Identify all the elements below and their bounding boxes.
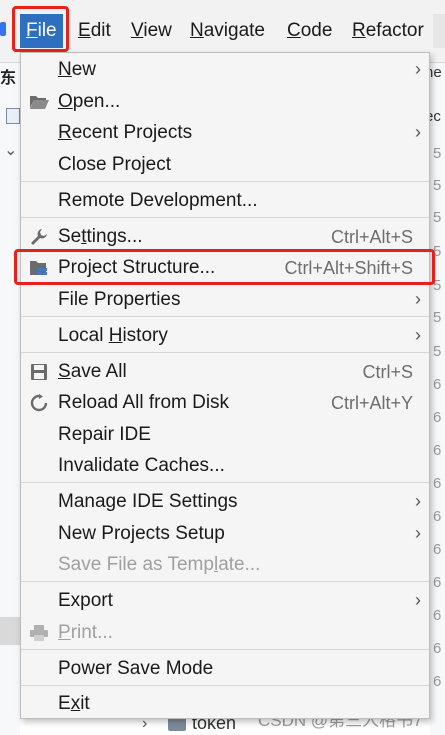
menu-item-recent-projects[interactable]: Recent Projects › bbox=[21, 117, 429, 149]
chevron-right-icon: › bbox=[415, 523, 421, 543]
chevron-right-icon: › bbox=[415, 325, 421, 345]
project-panel-fragment: 东 bbox=[0, 70, 17, 87]
file-icon bbox=[6, 108, 20, 124]
line-number: 5 bbox=[433, 343, 442, 360]
menu-item-exit[interactable]: Exit bbox=[21, 688, 429, 720]
menu-item-save-all[interactable]: Save All Ctrl+S bbox=[21, 356, 429, 388]
menu-item-power-save-mode[interactable]: Power Save Mode bbox=[21, 653, 429, 685]
menu-separator bbox=[21, 217, 429, 218]
line-number: 6 bbox=[433, 376, 442, 393]
print-icon bbox=[30, 625, 48, 641]
line-number: 6 bbox=[433, 673, 442, 690]
reload-icon bbox=[30, 394, 48, 412]
menu-view[interactable]: View bbox=[125, 14, 178, 48]
menu-item-open[interactable]: Open... bbox=[21, 86, 429, 118]
app-icon bbox=[0, 22, 6, 36]
menu-separator bbox=[21, 482, 429, 483]
save-icon bbox=[31, 364, 47, 380]
menu-item-new-projects-setup[interactable]: New Projects Setup › bbox=[21, 518, 429, 550]
menu-item-manage-ide-settings[interactable]: Manage IDE Settings › bbox=[21, 486, 429, 518]
menu-item-local-history[interactable]: Local History › bbox=[21, 320, 429, 352]
menu-separator bbox=[21, 581, 429, 582]
menu-item-invalidate-caches[interactable]: Invalidate Caches... bbox=[21, 450, 429, 482]
chevron-right-icon: › bbox=[415, 122, 421, 142]
menu-separator bbox=[21, 649, 429, 650]
menu-separator bbox=[21, 685, 429, 686]
chevron-down-icon[interactable]: ⌄ bbox=[4, 140, 17, 160]
menu-code[interactable]: Code bbox=[281, 14, 338, 48]
line-number: 5 bbox=[433, 309, 442, 326]
line-number: 6 bbox=[433, 409, 442, 426]
menu-item-print: Print... bbox=[21, 617, 429, 649]
menu-refactor[interactable]: Refactor bbox=[346, 14, 430, 48]
line-number: 6 bbox=[433, 508, 442, 525]
chevron-right-icon: › bbox=[415, 491, 421, 511]
editor-gutter-edge bbox=[430, 62, 445, 735]
menu-navigate[interactable]: Navigate bbox=[184, 14, 271, 48]
menu-item-save-as-template: Save File as Template... bbox=[58, 554, 261, 575]
line-number: 6 bbox=[433, 541, 442, 558]
chevron-right-icon: › bbox=[415, 59, 421, 79]
folder-open-icon bbox=[30, 96, 49, 109]
line-number: 6 bbox=[433, 607, 442, 624]
line-number: 6 bbox=[433, 442, 442, 459]
menu-item-new[interactable]: New › bbox=[21, 54, 429, 86]
file-menu-highlight bbox=[12, 6, 69, 52]
menu-separator bbox=[21, 352, 429, 353]
shortcut-label: Ctrl+Alt+Y bbox=[330, 393, 413, 413]
menu-item-file-properties[interactable]: File Properties › bbox=[21, 284, 429, 316]
menu-separator bbox=[21, 181, 429, 182]
menu-item-reload-all[interactable]: Reload All from Disk Ctrl+Alt+Y bbox=[21, 387, 429, 419]
line-number: 5 bbox=[433, 145, 442, 162]
wrench-icon bbox=[31, 229, 47, 245]
project-structure-highlight bbox=[14, 249, 435, 285]
menu-item-export[interactable]: Export › bbox=[21, 585, 429, 617]
shortcut-label: Ctrl+S bbox=[362, 362, 413, 382]
chevron-right-icon: › bbox=[415, 590, 421, 610]
line-number: 6 bbox=[433, 475, 442, 492]
line-number: 5 bbox=[433, 177, 442, 194]
menu-edit[interactable]: Edit bbox=[72, 14, 117, 48]
menu-item-remote-development[interactable]: Remote Development... bbox=[21, 185, 429, 217]
line-number: 6 bbox=[433, 574, 442, 591]
menu-item-close-project[interactable]: Close Project bbox=[21, 149, 429, 181]
menu-bar-overflow bbox=[433, 14, 445, 48]
menu-item-repair-ide[interactable]: Repair IDE bbox=[21, 419, 429, 451]
menu-separator bbox=[21, 316, 429, 317]
file-menu-dropdown: New › Open... Recent Projects › Close Pr… bbox=[20, 52, 430, 719]
line-number: 6 bbox=[433, 640, 442, 657]
selected-tree-row[interactable] bbox=[0, 617, 20, 645]
chevron-right-icon: › bbox=[415, 289, 421, 309]
line-number: 5 bbox=[433, 209, 442, 226]
